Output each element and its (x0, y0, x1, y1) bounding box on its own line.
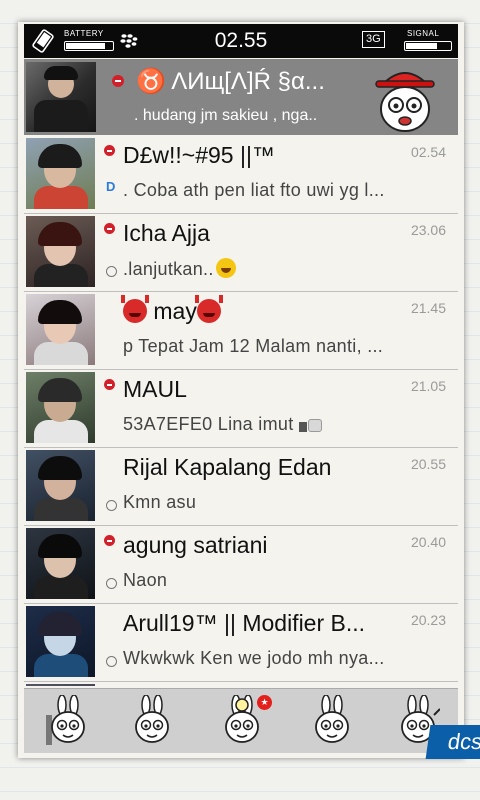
message-time: 23.06 (410, 222, 446, 238)
last-message: Kmn asu (123, 492, 196, 513)
contact-avatar[interactable] (26, 684, 95, 686)
watermark: dcs (425, 725, 480, 759)
chat-row[interactable]: Icha Ajja 23.06 .lanjutkan.. (24, 214, 458, 292)
network-type-badge: 3G (362, 31, 385, 48)
last-message: p Tepat Jam 12 Malam nanti, ... (123, 336, 383, 357)
contact-avatar[interactable] (26, 528, 95, 599)
bunny-face-icon[interactable] (130, 694, 174, 747)
busy-status-icon (104, 223, 115, 234)
contact-name: Rijal Kapalang Edan (123, 454, 332, 480)
chat-row[interactable]: D£w!!~#95 ||™ 02.54 D . Coba ath pen liat f… (24, 136, 458, 214)
message-read-icon (106, 500, 117, 511)
busy-status-icon (104, 535, 115, 546)
taurus-icon: ♉ (136, 68, 166, 95)
last-message-text: Kmn asu (123, 492, 197, 512)
my-avatar[interactable] (26, 62, 96, 132)
last-message-text: 53A7EFE0 Lina imut (123, 414, 294, 434)
last-message-text: . Coba ath pen liat fto uwi yg l... (123, 180, 385, 200)
message-time: 20.55 (410, 456, 446, 472)
contact-name-text: may (147, 298, 197, 324)
my-profile-header[interactable]: ♉ ΛИщ[Λ]Ŕ §α... . hudang jm sakieu , nga… (24, 59, 458, 135)
message-time: 21.05 (410, 378, 446, 394)
last-message: Wkwkwk Ken we jodo mh nya... (123, 648, 385, 669)
contact-avatar[interactable] (26, 606, 95, 677)
message-time: 20.40 (410, 534, 446, 550)
last-message: 53A7EFE0 Lina imut (123, 414, 323, 435)
last-message: Naon (123, 570, 167, 591)
bunny-smile-icon[interactable] (310, 694, 354, 747)
bunny-cowboy-mascot-icon (375, 72, 435, 132)
contact-avatar[interactable] (26, 372, 95, 443)
chat-row-partial[interactable] (24, 682, 458, 686)
last-message: .lanjutkan.. (123, 258, 236, 280)
bunny-bulb-icon[interactable]: ★ (220, 694, 272, 747)
busy-status-icon (104, 145, 115, 156)
devil-emoji-icon (121, 295, 149, 323)
contact-name: D£w!!~#95 ||™ (123, 142, 275, 168)
contact-avatar[interactable] (26, 450, 95, 521)
clock: 02.55 (214, 29, 268, 52)
bunny-peek-icon[interactable] (46, 694, 90, 747)
contact-avatar[interactable] (26, 138, 95, 209)
contact-name: Icha Ajja (123, 220, 210, 246)
last-message-text: .lanjutkan.. (123, 259, 214, 279)
my-name-text: ΛИщ[Λ]Ŕ §α... (171, 68, 325, 95)
notification-badge: ★ (257, 695, 272, 710)
chat-row[interactable]: MAUL 21.05 53A7EFE0 Lina imut (24, 370, 458, 448)
my-personal-message[interactable]: . hudang jm sakieu , nga.. (134, 107, 317, 125)
signal-label: SIGNAL (407, 29, 440, 38)
contact-name: may (121, 295, 223, 325)
message-read-icon (106, 656, 117, 667)
bottom-navigation-bar: ★ (24, 688, 458, 753)
my-display-name[interactable]: ♉ ΛИщ[Λ]Ŕ §α... (136, 67, 325, 96)
contact-avatar[interactable] (26, 216, 95, 287)
chat-row[interactable]: agung satriani 20.40 Naon (24, 526, 458, 604)
message-read-icon (106, 266, 117, 277)
chat-list[interactable]: D£w!!~#95 ||™ 02.54 D . Coba ath pen liat f… (24, 136, 458, 686)
contact-name: Arull19™ || Modifier B... (123, 610, 366, 636)
signal-meter (404, 41, 452, 51)
devil-emoji-icon (194, 295, 223, 323)
busy-status-icon[interactable] (112, 75, 124, 87)
last-message-text: p Tepat Jam 12 Malam nanti, ... (123, 336, 384, 356)
busy-status-icon (104, 379, 115, 390)
message-time: 20.23 (410, 612, 446, 628)
chat-row[interactable]: may 21.45 p Tepat Jam 12 Malam nanti, ... (24, 292, 458, 370)
last-message-text: Naon (123, 570, 168, 590)
message-time: 02.54 (410, 144, 446, 160)
last-message: . Coba ath pen liat fto uwi yg l... (123, 180, 385, 201)
chat-row[interactable]: Arull19™ || Modifier B... 20.23 Wkwkwk Ken… (24, 604, 458, 682)
thumbs-up-emoji-icon (298, 416, 323, 432)
contact-avatar[interactable] (26, 294, 95, 365)
message-delivered-icon: D (106, 179, 116, 194)
chat-row[interactable]: Rijal Kapalang Edan 20.55 Kmn asu (24, 448, 458, 526)
contact-name: MAUL (123, 376, 187, 402)
laughing-emoji-icon (215, 258, 236, 278)
status-bar: BATTERY 02.55 3G SIGNAL (24, 24, 458, 58)
message-read-icon (106, 578, 117, 589)
contact-name: agung satriani (123, 532, 268, 558)
last-message-text: Wkwkwk Ken we jodo mh nya... (123, 648, 385, 668)
message-time: 21.45 (410, 300, 446, 316)
